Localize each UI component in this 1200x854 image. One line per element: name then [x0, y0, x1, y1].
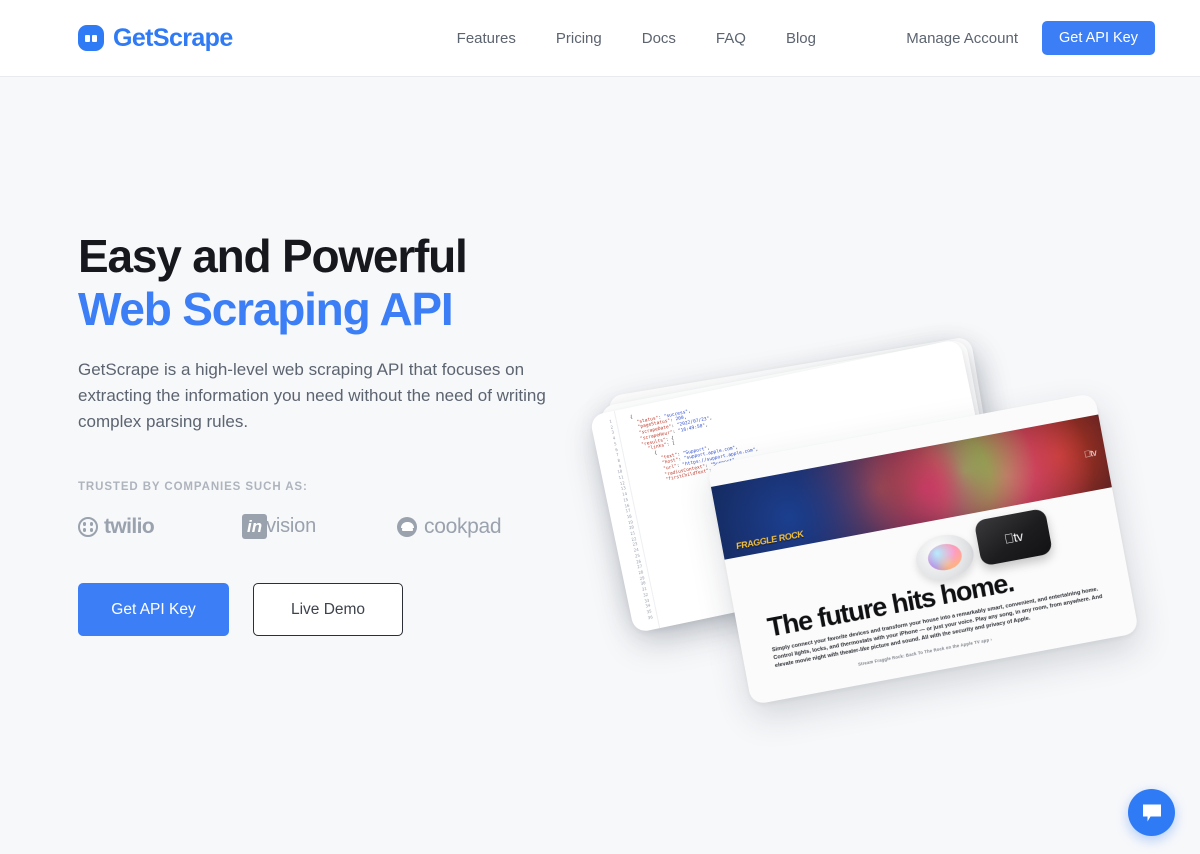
chat-bubble-icon	[1142, 804, 1161, 821]
manage-account-link[interactable]: Manage Account	[906, 30, 1018, 47]
appletv-banner-logo: tv	[1083, 447, 1098, 460]
page-title: Easy and Powerful Web Scraping API	[78, 233, 598, 332]
main-nav: Features Pricing Docs FAQ Blog	[457, 30, 816, 47]
logo-invision: in vision	[242, 514, 316, 540]
brand-name: GetScrape	[113, 23, 233, 52]
logo-twilio: twilio	[78, 514, 155, 539]
hero-illustration: 1 2 3 4 5 6 7 8 9 10 11 12 13 14 15 16 17 18 19 20 21 22 23 24 2…	[589, 336, 1140, 706]
hero-title-line-1: Easy and Powerful	[78, 230, 468, 282]
hero-copy: Easy and Powerful Web Scraping API GetSc…	[78, 233, 598, 637]
hero-title-line-2: Web Scraping API	[78, 283, 454, 335]
trusted-logos: twilio in vision cookpad	[78, 514, 598, 540]
site-header: GetScrape Features Pricing Docs FAQ Blog…	[0, 0, 1200, 77]
hero-section: Easy and Powerful Web Scraping API GetSc…	[0, 77, 1200, 854]
logo-cookpad: cookpad	[397, 514, 502, 539]
live-demo-button[interactable]: Live Demo	[253, 583, 403, 637]
invision-wordmark: vision	[266, 515, 316, 538]
cookpad-wordmark: cookpad	[424, 514, 502, 538]
trusted-by-label: TRUSTED BY COMPANIES SUCH AS:	[78, 481, 308, 494]
hero-get-api-key-button[interactable]: Get API Key	[78, 583, 229, 637]
header-get-api-key-button[interactable]: Get API Key	[1042, 20, 1155, 56]
chat-widget-button[interactable]	[1128, 789, 1175, 836]
twilio-wordmark: twilio	[104, 514, 155, 538]
hero-subtitle: GetScrape is a high-level web scraping A…	[78, 360, 546, 431]
nav-item-pricing[interactable]: Pricing	[556, 30, 602, 47]
brand-logo-link[interactable]: GetScrape	[78, 24, 233, 53]
nav-item-features[interactable]: Features	[457, 30, 516, 47]
apple-tv-label: tv	[1007, 528, 1024, 546]
twilio-icon	[78, 516, 98, 537]
header-actions: Manage Account Get API Key	[906, 20, 1200, 56]
nav-item-docs[interactable]: Docs	[642, 30, 676, 47]
show-title: FRAGGLE ROCK	[735, 528, 804, 552]
nav-item-faq[interactable]: FAQ	[716, 30, 746, 47]
cookpad-icon	[397, 516, 417, 537]
invision-icon: in	[242, 514, 268, 540]
apple-tv-box-image: tv	[973, 507, 1053, 567]
hero-cta-row: Get API Key Live Demo	[78, 583, 598, 637]
nav-item-blog[interactable]: Blog	[786, 30, 816, 47]
getscrape-logo-icon	[78, 25, 104, 51]
